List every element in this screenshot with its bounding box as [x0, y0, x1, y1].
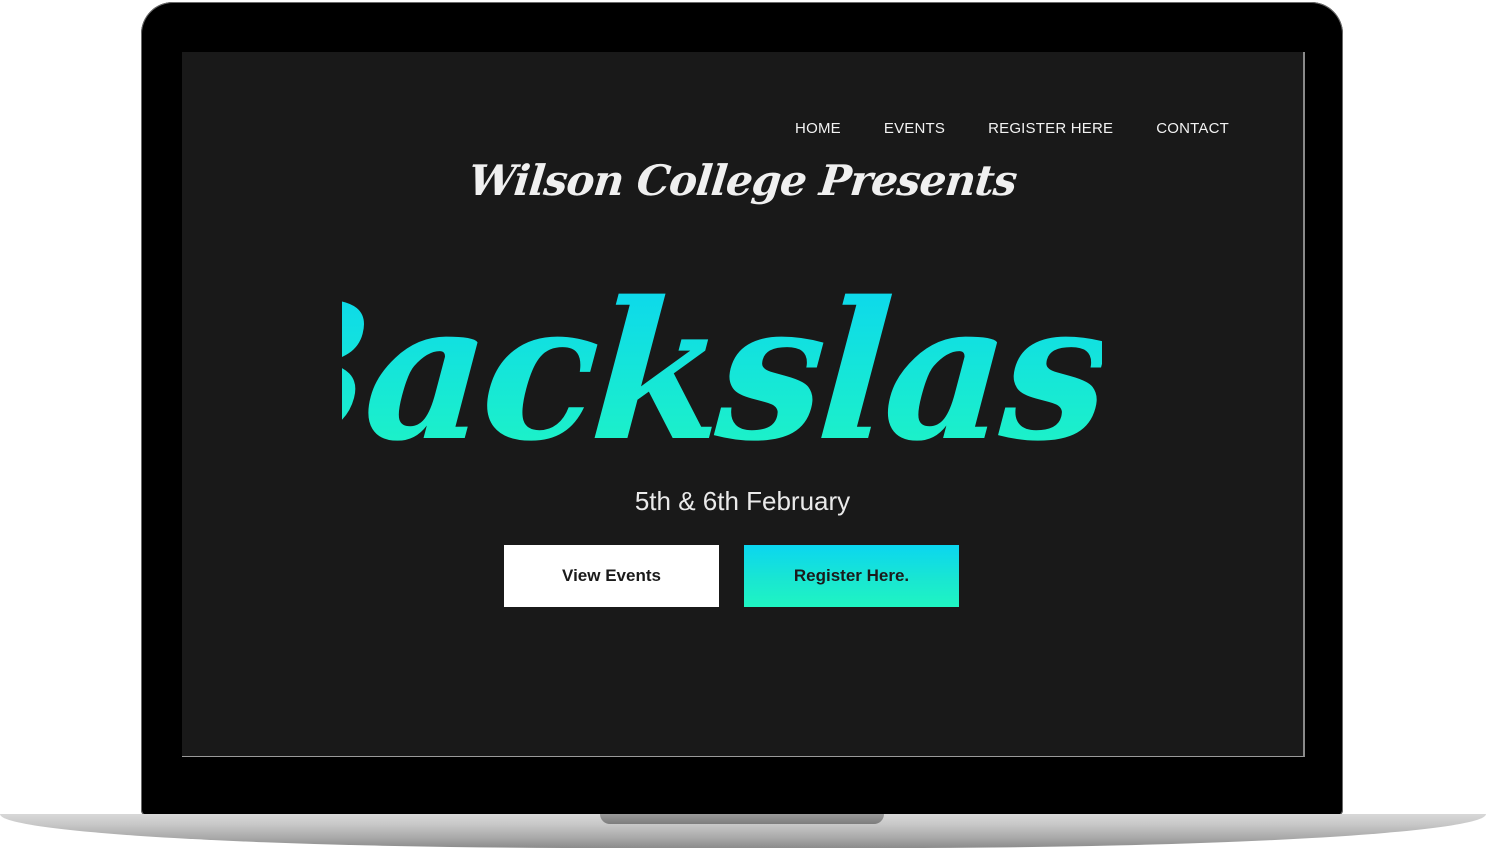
- nav-contact[interactable]: CONTACT: [1156, 120, 1229, 137]
- nav-events[interactable]: EVENTS: [884, 120, 945, 137]
- website-screen: HOME EVENTS REGISTER HERE CONTACT Wilson…: [182, 52, 1305, 757]
- presenter-heading: Wilson College Presents: [466, 156, 1019, 205]
- event-title-text: Backslash: [342, 259, 1102, 480]
- top-navigation: HOME EVENTS REGISTER HERE CONTACT: [752, 120, 1229, 137]
- laptop-notch: [600, 814, 884, 824]
- view-events-button[interactable]: View Events: [504, 545, 719, 607]
- event-title-logo: Backslash: [342, 259, 1102, 480]
- nav-home[interactable]: HOME: [795, 120, 841, 137]
- nav-register-here[interactable]: REGISTER HERE: [988, 120, 1113, 137]
- register-button[interactable]: Register Here.: [744, 545, 959, 607]
- event-title: Backslash: [342, 250, 1102, 480]
- event-date: 5th & 6th February: [634, 486, 851, 516]
- laptop-mockup: HOME EVENTS REGISTER HERE CONTACT Wilson…: [0, 0, 1486, 848]
